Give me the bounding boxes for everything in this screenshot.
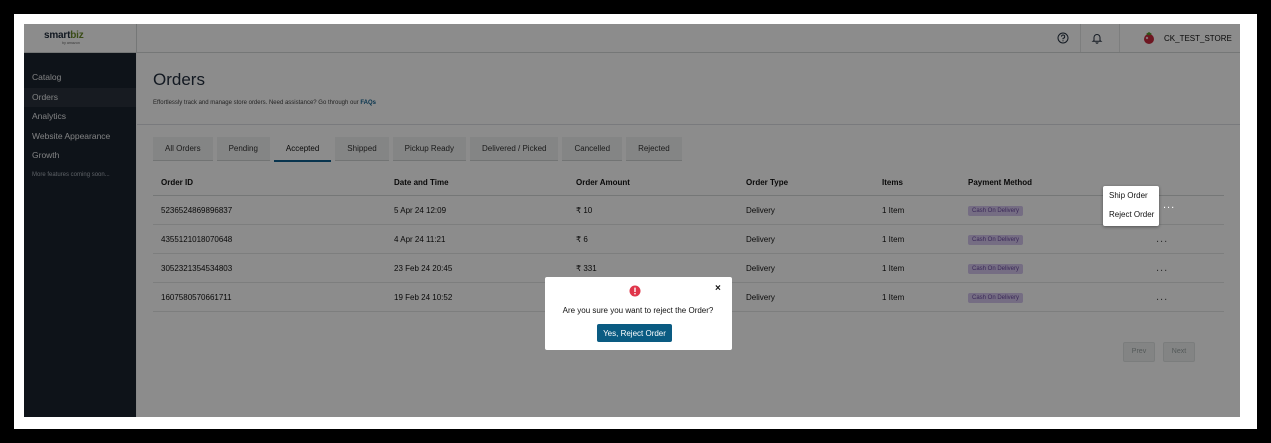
reject-order-menu-item[interactable]: Reject Order	[1103, 205, 1159, 224]
app-window: smartbiz by amazon CK_TEST_STORE ⌄ Cat	[24, 24, 1240, 417]
more-options-icon[interactable]: ...	[1163, 199, 1175, 211]
confirm-reject-button[interactable]: Yes, Reject Order	[597, 324, 672, 342]
confirmation-message: Are you sure you want to reject the Orde…	[562, 306, 714, 315]
close-icon[interactable]: ×	[715, 283, 721, 294]
warning-icon	[629, 285, 641, 297]
modal-backdrop[interactable]	[24, 24, 1240, 417]
reject-confirmation-dialog: × Are you sure you want to reject the Or…	[545, 277, 732, 350]
order-actions-menu: Ship Order Reject Order	[1103, 186, 1159, 226]
ship-order-menu-item[interactable]: Ship Order	[1103, 186, 1159, 205]
